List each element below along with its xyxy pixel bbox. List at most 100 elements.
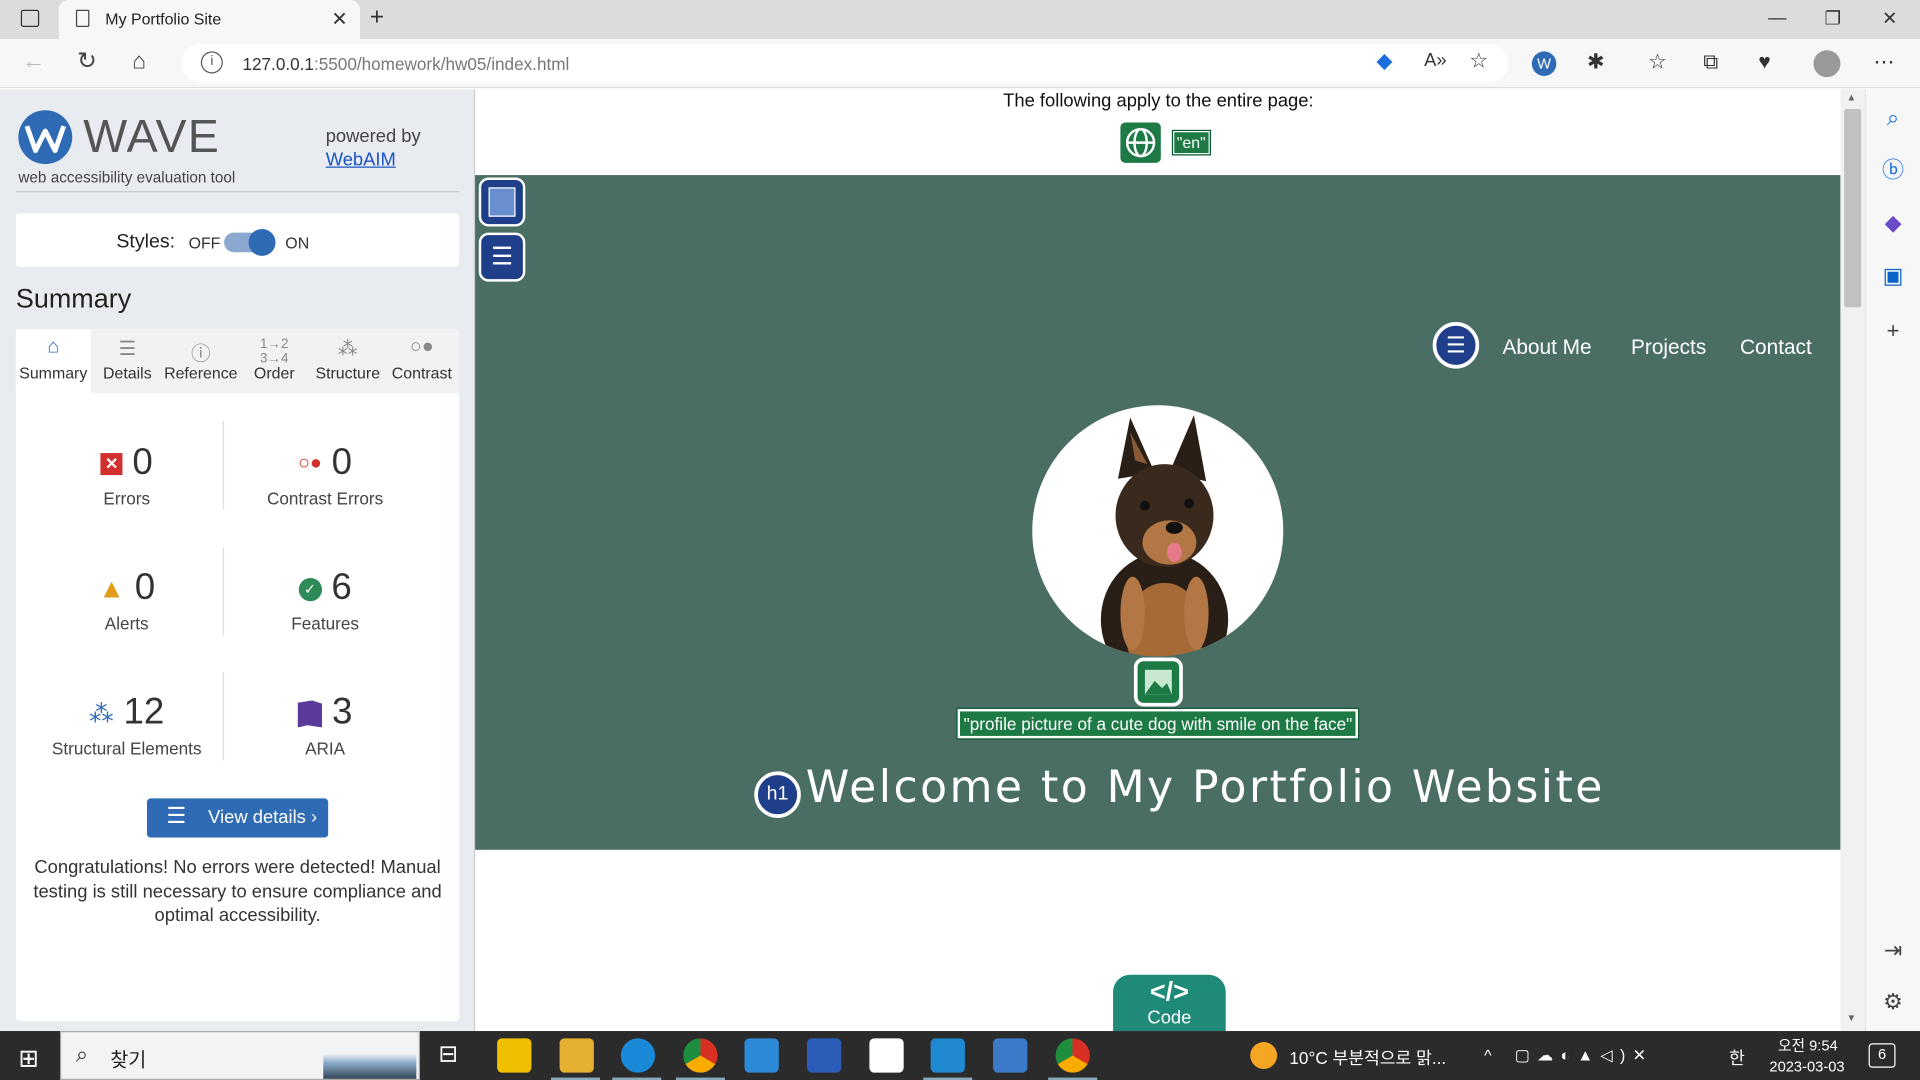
read-aloud-icon[interactable]: A» xyxy=(1424,48,1446,75)
tab-contrast[interactable]: ○● Contrast xyxy=(384,329,459,393)
extensions-icon[interactable]: ✱ xyxy=(1587,49,1604,76)
minimize-icon[interactable]: — xyxy=(1768,7,1786,28)
tab-label: Order xyxy=(253,363,295,383)
tab-details[interactable]: ☰ Details xyxy=(91,329,164,393)
summary-card: ⌂ Summary ☰ Details ⓘ Reference 1→2 3→4 O… xyxy=(15,329,460,1022)
search-icon[interactable]: ⌕ xyxy=(1880,104,1907,131)
hide-sidebar-icon[interactable]: ⇥ xyxy=(1880,937,1907,964)
aria-stat[interactable]: 3 ARIA xyxy=(214,692,436,758)
styles-toggle-box: Styles: OFF ON xyxy=(15,213,460,267)
close-window-icon[interactable]: ✕ xyxy=(1882,7,1897,30)
profile-avatar[interactable] xyxy=(1813,50,1841,78)
back-icon[interactable]: ← xyxy=(22,50,45,74)
structural-count: 12 xyxy=(123,691,165,733)
home-icon[interactable]: ⌂ xyxy=(132,50,146,74)
language-icon[interactable] xyxy=(1120,122,1161,163)
clock-time[interactable]: 오전 9:54 xyxy=(1778,1035,1838,1056)
view-details-button[interactable]: ☰ View details › xyxy=(146,798,329,838)
wave-extension-icon[interactable]: W xyxy=(1531,51,1557,76)
aria-icon xyxy=(297,700,323,728)
edge-icon[interactable] xyxy=(620,1038,656,1073)
new-tab-icon[interactable]: + xyxy=(370,4,384,32)
styles-toggle[interactable] xyxy=(224,228,276,256)
start-icon[interactable]: ⊞ xyxy=(18,1043,39,1074)
search-icon: ⌕ xyxy=(75,1042,89,1067)
contrast-icon: ○● xyxy=(409,336,434,358)
restore-icon[interactable]: ❐ xyxy=(1825,7,1841,30)
scroll-thumb[interactable] xyxy=(1844,108,1862,308)
summary-title: Summary xyxy=(15,282,132,314)
tab-label: Details xyxy=(103,363,152,383)
edge-sidebar: ⌕ ⓑ ◆ ▣ + ⇥ ⚙ xyxy=(1864,89,1920,1032)
toggle-knob[interactable] xyxy=(248,228,276,256)
structural-stat[interactable]: ⁂ 12 Structural Elements xyxy=(16,692,238,758)
browser-tab[interactable]: My Portfolio Site ✕ xyxy=(58,0,361,40)
bing-chat-icon[interactable]: ⓑ xyxy=(1880,157,1907,184)
store-icon[interactable] xyxy=(497,1038,532,1073)
alerts-count: 0 xyxy=(134,566,156,608)
chrome-profile-icon[interactable] xyxy=(1055,1038,1090,1073)
tray-icons[interactable]: ▢☁◐▲◁)✕ xyxy=(1515,1046,1654,1066)
site-info-icon[interactable]: i xyxy=(200,51,223,74)
region-icon[interactable] xyxy=(478,177,526,227)
clock-date[interactable]: 2023-03-03 xyxy=(1769,1058,1844,1075)
health-icon[interactable]: ♥ xyxy=(1758,49,1770,76)
heading-level-icon[interactable]: h1 xyxy=(754,771,801,818)
refresh-icon[interactable]: ↻ xyxy=(77,50,96,74)
more-icon[interactable]: ⋯ xyxy=(1873,49,1894,76)
weather-text[interactable]: 10°C 부분적으로 맑... xyxy=(1289,1046,1446,1070)
wave-subtitle: web accessibility evaluation tool xyxy=(18,168,236,187)
tag-icon[interactable]: ◆ xyxy=(1376,48,1392,75)
notification-count: 6 xyxy=(1877,1045,1887,1063)
tab-structure[interactable]: ⁂ Structure xyxy=(311,329,384,393)
notification-icon[interactable]: 6 xyxy=(1868,1043,1896,1068)
tab-label: Structure xyxy=(315,363,381,383)
tab-order[interactable]: 1→2 3→4 Order xyxy=(238,329,311,393)
error-icon: ✕ xyxy=(100,453,123,476)
task-view-icon[interactable]: ⊟ xyxy=(438,1041,457,1069)
nav-list-icon[interactable]: ☰ xyxy=(1432,322,1480,369)
settings-icon[interactable]: ⚙ xyxy=(1880,988,1907,1015)
nav-about-me[interactable]: About Me xyxy=(1502,336,1591,360)
webaim-link[interactable]: WebAIM xyxy=(326,149,396,170)
add-icon[interactable]: + xyxy=(1880,317,1907,344)
collections-icon[interactable]: ⧉ xyxy=(1703,49,1718,76)
nav-contact[interactable]: Contact xyxy=(1740,336,1812,360)
alert-icon: ▲ xyxy=(98,573,125,604)
outlook-icon[interactable]: ▣ xyxy=(1880,262,1907,289)
congrats-message: Congratulations! No errors were detected… xyxy=(33,857,442,926)
word-icon[interactable] xyxy=(806,1038,842,1073)
chrome-icon[interactable] xyxy=(683,1038,718,1073)
add-favorite-icon[interactable]: ☆ xyxy=(1469,48,1488,75)
tab-summary[interactable]: ⌂ Summary xyxy=(15,329,91,394)
tray-chevron-icon[interactable]: ^ xyxy=(1484,1046,1491,1064)
tab-reference[interactable]: ⓘ Reference xyxy=(164,329,237,393)
taskbar-search[interactable]: ⌕ 찾기 xyxy=(60,1031,421,1080)
errors-count: 0 xyxy=(132,442,153,483)
photos-icon[interactable] xyxy=(993,1038,1028,1073)
file-explorer-icon[interactable] xyxy=(559,1038,594,1073)
notion-icon[interactable] xyxy=(869,1038,904,1073)
list-region-icon[interactable]: ☰ xyxy=(478,232,526,282)
close-tab-icon[interactable]: ✕ xyxy=(331,7,347,31)
code-button[interactable]: </> Code xyxy=(1113,974,1226,1032)
errors-stat[interactable]: ✕ 0 Errors xyxy=(16,442,238,508)
wave-brand: WAVE xyxy=(83,111,221,163)
alerts-stat[interactable]: ▲ 0 Alerts xyxy=(16,567,238,633)
scroll-down-icon[interactable]: ▼ xyxy=(1847,1013,1857,1024)
page-scrollbar[interactable]: ▲ ▼ xyxy=(1840,89,1865,1032)
vscode-icon[interactable] xyxy=(930,1038,965,1073)
contrast-errors-stat[interactable]: ○● 0 Contrast Errors xyxy=(214,442,436,508)
ime-indicator[interactable]: 한 xyxy=(1729,1046,1745,1070)
features-stat[interactable]: ✓ 6 Features xyxy=(214,567,436,633)
url-field[interactable]: i 127.0.0.1:5500/homework/hw05/index.htm… xyxy=(181,44,1509,83)
scroll-up-icon[interactable]: ▲ xyxy=(1847,92,1857,103)
favorites-icon[interactable]: ☆ xyxy=(1648,49,1667,76)
weather-icon[interactable] xyxy=(1250,1042,1278,1069)
aria-count: 3 xyxy=(332,691,353,733)
shopping-icon[interactable]: ◆ xyxy=(1880,209,1907,236)
image-alt-icon[interactable] xyxy=(1133,657,1183,707)
nav-projects[interactable]: Projects xyxy=(1631,336,1706,360)
app-icon[interactable] xyxy=(744,1038,779,1073)
tab-actions-icon[interactable] xyxy=(20,9,40,27)
